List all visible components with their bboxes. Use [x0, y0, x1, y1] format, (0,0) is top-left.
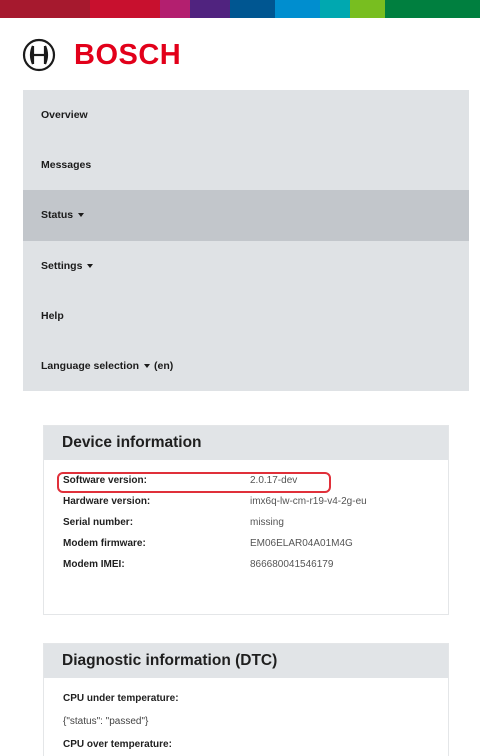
panel-title: Diagnostic information (DTC) — [44, 644, 448, 678]
nav-item-language-selection[interactable]: Language selection (en) — [23, 341, 469, 391]
info-row-modem-firmware: Modem firmware: EM06ELAR04A01M4G — [44, 533, 448, 554]
info-value: imx6q-lw-cm-r19-v4-2g-eu — [250, 496, 367, 507]
strip-segment — [160, 0, 190, 18]
main-navigation: Overview Messages Status Settings Help L… — [23, 90, 469, 392]
bosch-armature-icon — [22, 38, 56, 72]
chevron-down-icon — [87, 263, 94, 268]
panel-title: Device information — [44, 426, 448, 460]
info-label: Modem firmware: — [63, 538, 146, 549]
info-row-hardware-version: Hardware version: imx6q-lw-cm-r19-v4-2g-… — [44, 491, 448, 512]
nav-item-overview[interactable]: Overview — [23, 90, 469, 140]
info-value: missing — [250, 517, 284, 528]
strip-segment — [320, 0, 350, 18]
brand-name: BOSCH — [74, 38, 182, 71]
dtc-item-label: CPU under temperature: — [63, 693, 179, 704]
nav-item-help[interactable]: Help — [23, 291, 469, 341]
diagnostic-information-panel: Diagnostic information (DTC) CPU under t… — [43, 643, 449, 756]
strip-segment — [230, 0, 275, 18]
brand-color-strip — [0, 0, 480, 18]
info-row-serial-number: Serial number: missing — [44, 512, 448, 533]
strip-segment — [350, 0, 385, 18]
strip-segment — [90, 0, 160, 18]
nav-item-messages[interactable]: Messages — [23, 140, 469, 190]
nav-item-settings[interactable]: Settings — [23, 241, 469, 291]
nav-item-label: Settings — [41, 259, 83, 272]
chevron-down-icon — [144, 364, 151, 369]
dtc-item-label: CPU over temperature: — [63, 739, 172, 750]
info-label: Serial number: — [63, 517, 134, 528]
strip-segment — [275, 0, 320, 18]
nav-item-label: Overview — [41, 109, 88, 122]
device-information-panel: Device information Software version: 2.0… — [43, 425, 449, 615]
info-value: 866680041546179 — [250, 559, 334, 570]
info-row-modem-imei: Modem IMEI: 866680041546179 — [44, 554, 448, 575]
nav-item-label: Language selection — [41, 360, 140, 373]
nav-item-label: Status — [41, 209, 74, 222]
bosch-logo[interactable]: BOSCH — [22, 38, 181, 72]
nav-item-label: Help — [41, 309, 64, 322]
strip-segment — [190, 0, 230, 18]
info-label: Hardware version: — [63, 496, 151, 507]
nav-item-label: Messages — [41, 159, 92, 172]
chevron-down-icon — [78, 213, 85, 218]
info-value: EM06ELAR04A01M4G — [250, 538, 353, 549]
dtc-item-value: {"status": "passed"} — [63, 716, 149, 727]
nav-item-status[interactable]: Status — [23, 190, 469, 241]
current-language: (en) — [154, 360, 174, 373]
software-version-highlight — [57, 472, 331, 493]
strip-segment — [0, 0, 90, 18]
info-label: Modem IMEI: — [63, 559, 125, 570]
strip-segment — [385, 0, 480, 18]
